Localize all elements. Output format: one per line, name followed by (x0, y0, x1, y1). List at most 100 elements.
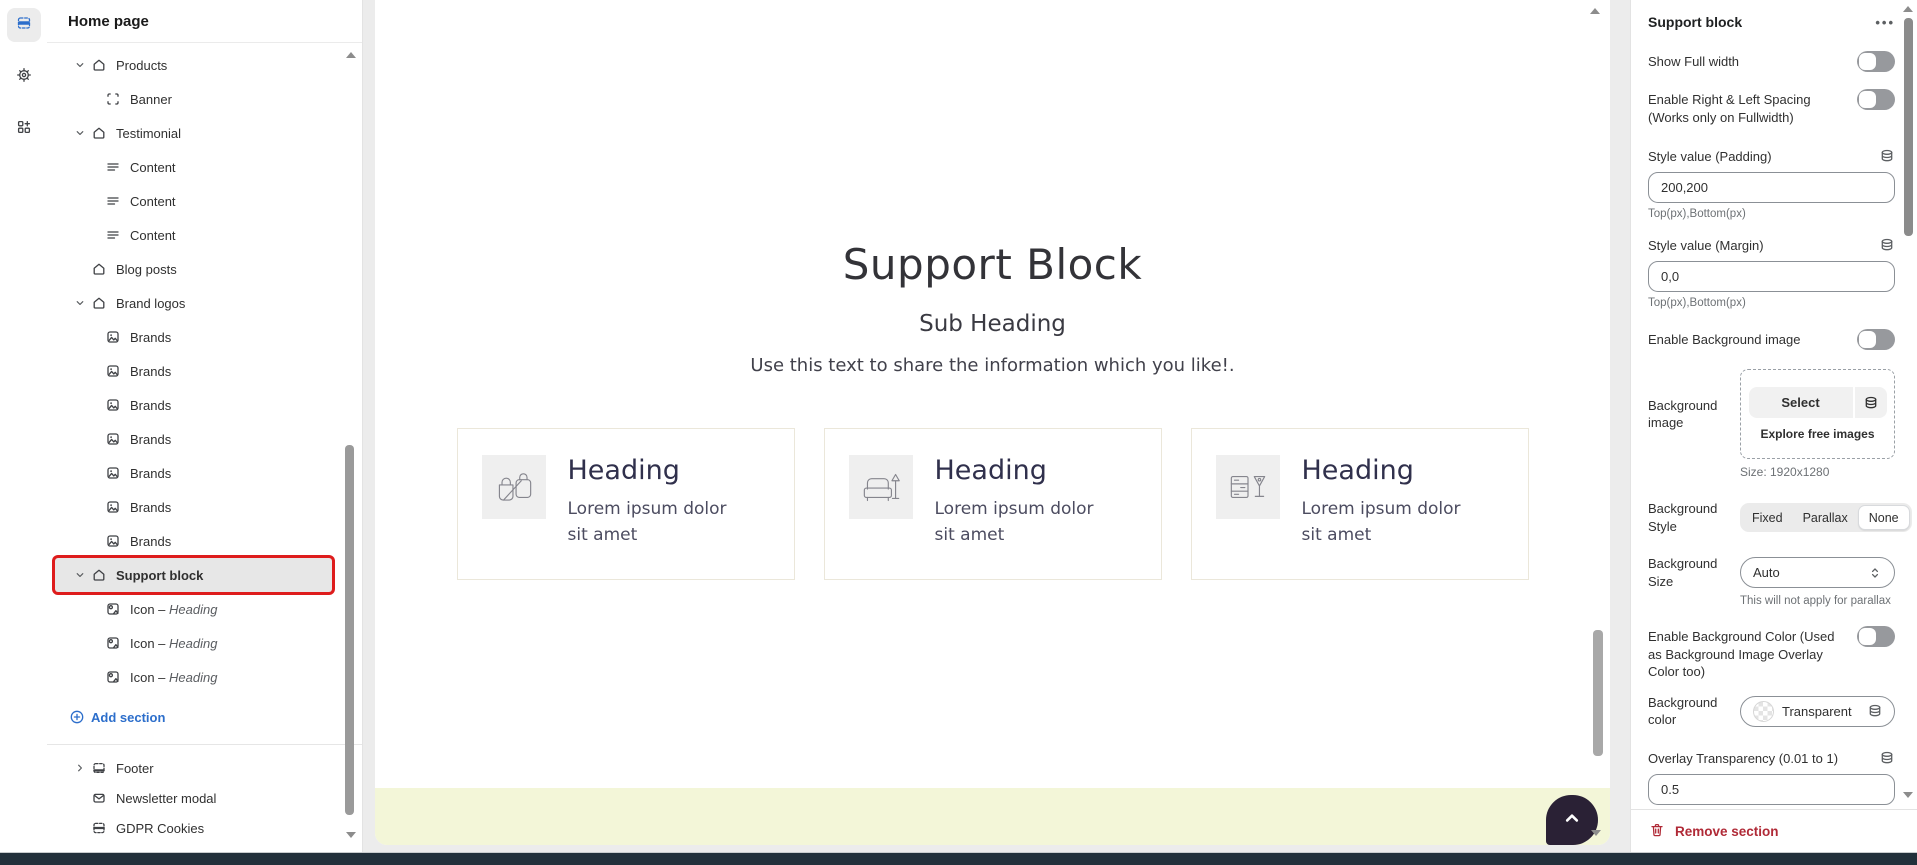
cards-row: HeadingLorem ipsum dolor sit amet Heading… (375, 428, 1610, 580)
sidebar-tree-item-brand-logos[interactable]: Brand logos (55, 286, 332, 320)
overlay-input[interactable] (1648, 774, 1895, 805)
app-embeds-button[interactable] (7, 112, 41, 146)
dynamic-source-icon[interactable] (1879, 237, 1895, 253)
remove-section-label: Remove section (1675, 824, 1779, 839)
dynamic-source-icon[interactable] (1867, 703, 1883, 719)
chevron-down-icon[interactable] (69, 127, 91, 139)
preview-scroll-down-arrow[interactable] (1591, 830, 1601, 836)
chevron-right-icon[interactable] (69, 762, 91, 774)
remove-section-button[interactable]: Remove section (1631, 809, 1917, 852)
scroll-to-top-button[interactable] (1546, 795, 1598, 845)
support-card[interactable]: HeadingLorem ipsum dolor sit amet (1191, 428, 1529, 580)
preview-scrollbar-thumb[interactable] (1593, 630, 1603, 756)
sidebar-item-gdpr-cookies[interactable]: GDPR Cookies (55, 813, 332, 843)
sidebar-tree-item-brands[interactable]: Brands (55, 456, 332, 490)
sidebar-tree-item-products[interactable]: Products (55, 48, 332, 82)
add-section-button[interactable]: Add section (55, 700, 332, 734)
sidebar-tree-item-brands[interactable]: Brands (55, 320, 332, 354)
sidebar-tree-item-icon-[interactable]: Icon – Heading (55, 592, 332, 626)
sidebar-tree-item-brands[interactable]: Brands (55, 422, 332, 456)
bg-image-picker: Select Explore free images (1740, 369, 1895, 459)
page-title: Home page (47, 0, 362, 43)
select-label: Select (1749, 387, 1853, 418)
bg-color-picker[interactable]: Transparent (1740, 696, 1895, 727)
tree-item-text: Support block (116, 568, 203, 583)
sidebar-scroll-up-arrow[interactable] (346, 52, 356, 58)
tree-item-text: Content (130, 194, 176, 209)
tree-item-text: Brands (130, 466, 171, 481)
chevron-down-icon[interactable] (69, 297, 91, 309)
tree-item-text: Blog posts (116, 262, 177, 277)
margin-label: Style value (Margin) (1648, 238, 1764, 253)
image-icon (105, 329, 130, 345)
sections-sidebar: Home page ProductsBannerTestimonialConte… (47, 0, 363, 852)
panel-scroll-down-arrow[interactable] (1903, 792, 1913, 798)
sidebar-item-recently-purchased[interactable]: Recently purchased (55, 843, 332, 844)
show-full-width-toggle[interactable] (1857, 51, 1895, 72)
support-card[interactable]: HeadingLorem ipsum dolor sit amet (824, 428, 1162, 580)
theme-settings-button[interactable] (7, 60, 41, 94)
tree-item-label: Brands (130, 330, 171, 345)
sidebar-tree-item-icon-[interactable]: Icon – Heading (55, 660, 332, 694)
explore-free-images-link[interactable]: Explore free images (1760, 427, 1874, 441)
sidebar-tree-item-blog-posts[interactable]: Blog posts (55, 252, 332, 286)
sidebar-tree-item-banner[interactable]: Banner (55, 82, 332, 116)
home-icon (91, 295, 116, 311)
tree-item-label: Brands (130, 364, 171, 379)
chevron-down-icon[interactable] (69, 59, 91, 71)
apps-add-icon (16, 119, 32, 140)
dynamic-source-icon[interactable] (1879, 750, 1895, 766)
icon-heading-icon (105, 669, 130, 685)
sections-nav-button[interactable] (7, 8, 41, 42)
dynamic-source-icon[interactable] (1879, 148, 1895, 164)
tree-item-text-em: Heading (169, 670, 217, 685)
enable-bg-color-toggle[interactable] (1857, 626, 1895, 647)
panel-scrollbar-thumb[interactable] (1904, 18, 1913, 236)
preview-area: Support Block Sub Heading Use this text … (363, 0, 1630, 852)
sidebar-tree-item-brands[interactable]: Brands (55, 490, 332, 524)
sidebar-tree-item-content[interactable]: Content (55, 184, 332, 218)
sidebar-tree-item-support-block[interactable]: Support block (55, 558, 332, 592)
sidebar-item-footer[interactable]: Footer (55, 753, 332, 783)
support-card[interactable]: HeadingLorem ipsum dolor sit amet (457, 428, 795, 580)
plus-circle-icon (69, 709, 91, 725)
sidebar-scroll-down-arrow[interactable] (346, 832, 356, 838)
enable-bg-image-toggle[interactable] (1857, 329, 1895, 350)
margin-helper: Top(px),Bottom(px) (1648, 297, 1895, 309)
bg-image-select-button[interactable]: Select (1749, 387, 1887, 418)
sidebar-tree-item-content[interactable]: Content (55, 150, 332, 184)
sidebar-tree-item-icon-[interactable]: Icon – Heading (55, 626, 332, 660)
sidebar-tree-item-brands[interactable]: Brands (55, 524, 332, 558)
tree-item-text: Icon – (130, 670, 169, 685)
panel-scroll-up-arrow[interactable] (1903, 6, 1913, 12)
dynamic-source-icon[interactable] (1855, 387, 1887, 418)
updown-chevrons-icon (1867, 565, 1883, 581)
padding-input[interactable] (1648, 172, 1895, 203)
sidebar-scrollbar-thumb[interactable] (345, 445, 354, 815)
tree-item-text: Icon – (130, 602, 169, 617)
sidebar-tree-item-brands[interactable]: Brands (55, 354, 332, 388)
background-size-select[interactable]: Auto (1740, 557, 1895, 588)
sidebar-item-label: Footer (116, 761, 154, 776)
panel-title: Support block (1648, 14, 1742, 30)
tree-item-label: Icon – Heading (130, 602, 217, 617)
sidebar-tree-item-content[interactable]: Content (55, 218, 332, 252)
kebab-menu-icon[interactable]: ••• (1875, 15, 1895, 30)
sidebar-item-newsletter-modal[interactable]: Newsletter modal (55, 783, 332, 813)
sidebar-tree-item-brands[interactable]: Brands (55, 388, 332, 422)
bg-style-option-parallax[interactable]: Parallax (1793, 505, 1858, 530)
chevron-down-icon[interactable] (69, 569, 91, 581)
tree-item-label: Brands (130, 432, 171, 447)
enable-spacing-toggle[interactable] (1857, 89, 1895, 110)
left-icon-rail (0, 0, 48, 852)
bg-style-option-none[interactable]: None (1858, 505, 1910, 530)
tree-item-text: Icon – (130, 636, 169, 651)
card-text-column: HeadingLorem ipsum dolor sit amet (935, 455, 1115, 549)
enable-bg-color-label: Enable Background Color (Used as Backgro… (1648, 626, 1847, 681)
preview-scroll-up-arrow[interactable] (1590, 8, 1600, 14)
bg-style-option-fixed[interactable]: Fixed (1742, 505, 1793, 530)
drinks-illustration (1216, 455, 1280, 519)
sidebar-tree-item-testimonial[interactable]: Testimonial (55, 116, 332, 150)
support-block-section[interactable]: Support Block Sub Heading Use this text … (375, 0, 1610, 580)
margin-input[interactable] (1648, 261, 1895, 292)
